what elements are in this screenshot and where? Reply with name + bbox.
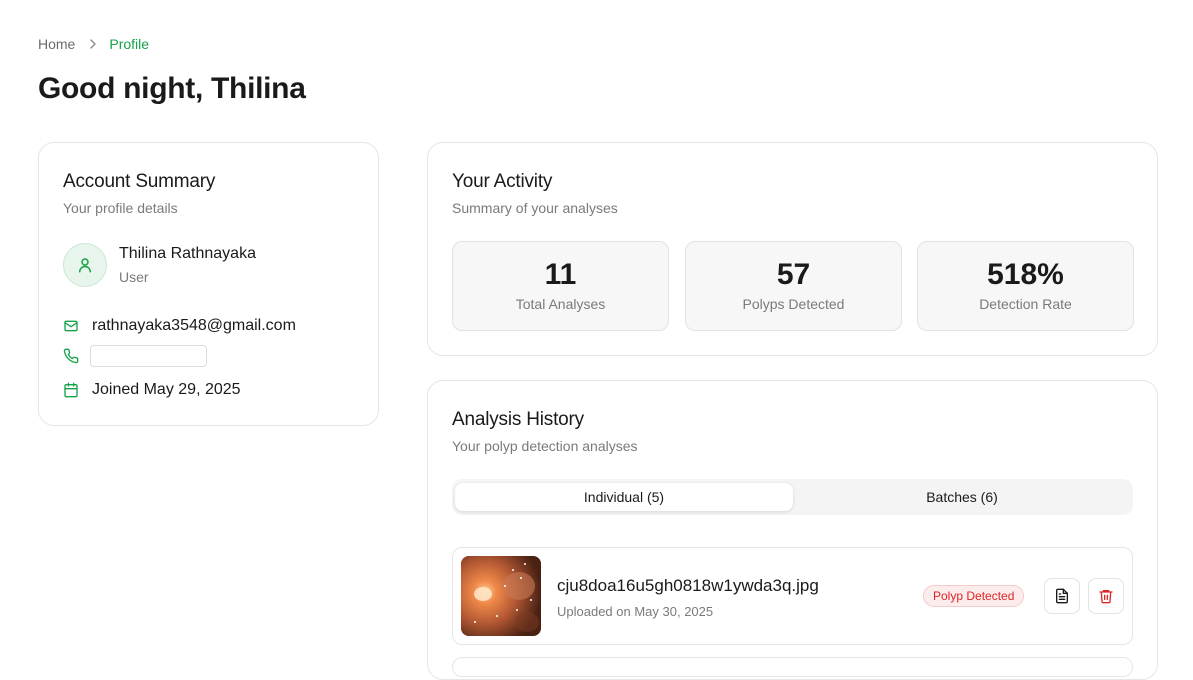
list-item[interactable] bbox=[452, 657, 1133, 677]
email-row: rathnayaka3548@gmail.com bbox=[63, 317, 296, 335]
mail-icon bbox=[63, 318, 79, 334]
stat-value: 518% bbox=[987, 258, 1064, 291]
file-name: cju8doa16u5gh0818w1ywda3q.jpg bbox=[557, 576, 819, 595]
status-badge: Polyp Detected bbox=[923, 585, 1025, 607]
account-summary-card: Account Summary Your profile details Thi… bbox=[38, 142, 379, 426]
joined-text: Joined May 29, 2025 bbox=[92, 381, 241, 398]
phone-row bbox=[63, 345, 207, 367]
account-summary-subtitle: Your profile details bbox=[63, 200, 178, 216]
list-item[interactable]: cju8doa16u5gh0818w1ywda3q.jpg Uploaded o… bbox=[452, 547, 1133, 645]
breadcrumb-home-link[interactable]: Home bbox=[38, 36, 75, 52]
delete-button[interactable] bbox=[1088, 578, 1124, 614]
activity-title: Your Activity bbox=[452, 171, 553, 192]
upload-date: Uploaded on May 30, 2025 bbox=[557, 604, 714, 619]
stat-label: Total Analyses bbox=[515, 296, 606, 312]
stat-total-analyses: 11 Total Analyses bbox=[452, 241, 669, 331]
joined-row: Joined May 29, 2025 bbox=[63, 381, 241, 399]
chevron-right-icon bbox=[89, 39, 97, 49]
avatar bbox=[63, 243, 107, 287]
tab-individual[interactable]: Individual (5) bbox=[455, 483, 793, 511]
phone-field[interactable] bbox=[90, 345, 207, 367]
breadcrumb-current: Profile bbox=[109, 36, 150, 52]
trash-icon bbox=[1098, 588, 1114, 604]
stat-value: 11 bbox=[544, 258, 577, 291]
account-summary-title: Account Summary bbox=[63, 171, 216, 192]
calendar-icon bbox=[63, 382, 79, 398]
history-subtitle: Your polyp detection analyses bbox=[452, 438, 638, 454]
stat-detection-rate: 518% Detection Rate bbox=[917, 241, 1134, 331]
user-icon bbox=[76, 256, 94, 274]
analysis-history-card: Analysis History Your polyp detection an… bbox=[427, 380, 1158, 680]
tab-batches[interactable]: Batches (6) bbox=[793, 483, 1131, 511]
user-name: Thilina Rathnayaka bbox=[119, 245, 256, 262]
phone-icon bbox=[63, 348, 79, 364]
activity-subtitle: Summary of your analyses bbox=[452, 200, 618, 216]
file-text-icon bbox=[1054, 588, 1070, 604]
stat-label: Detection Rate bbox=[979, 296, 1072, 312]
email-text: rathnayaka3548@gmail.com bbox=[92, 317, 296, 334]
user-role: User bbox=[119, 269, 149, 285]
stat-label: Polyps Detected bbox=[742, 296, 845, 312]
activity-card: Your Activity Summary of your analyses 1… bbox=[427, 142, 1158, 356]
history-title: Analysis History bbox=[452, 409, 584, 430]
stat-polyps-detected: 57 Polyps Detected bbox=[685, 241, 902, 331]
breadcrumb: Home Profile bbox=[38, 36, 149, 52]
analysis-thumbnail bbox=[461, 556, 541, 636]
history-tabs: Individual (5) Batches (6) bbox=[452, 479, 1133, 515]
page-title: Good night, Thilina bbox=[38, 72, 306, 105]
view-report-button[interactable] bbox=[1044, 578, 1080, 614]
stat-value: 57 bbox=[776, 258, 811, 291]
